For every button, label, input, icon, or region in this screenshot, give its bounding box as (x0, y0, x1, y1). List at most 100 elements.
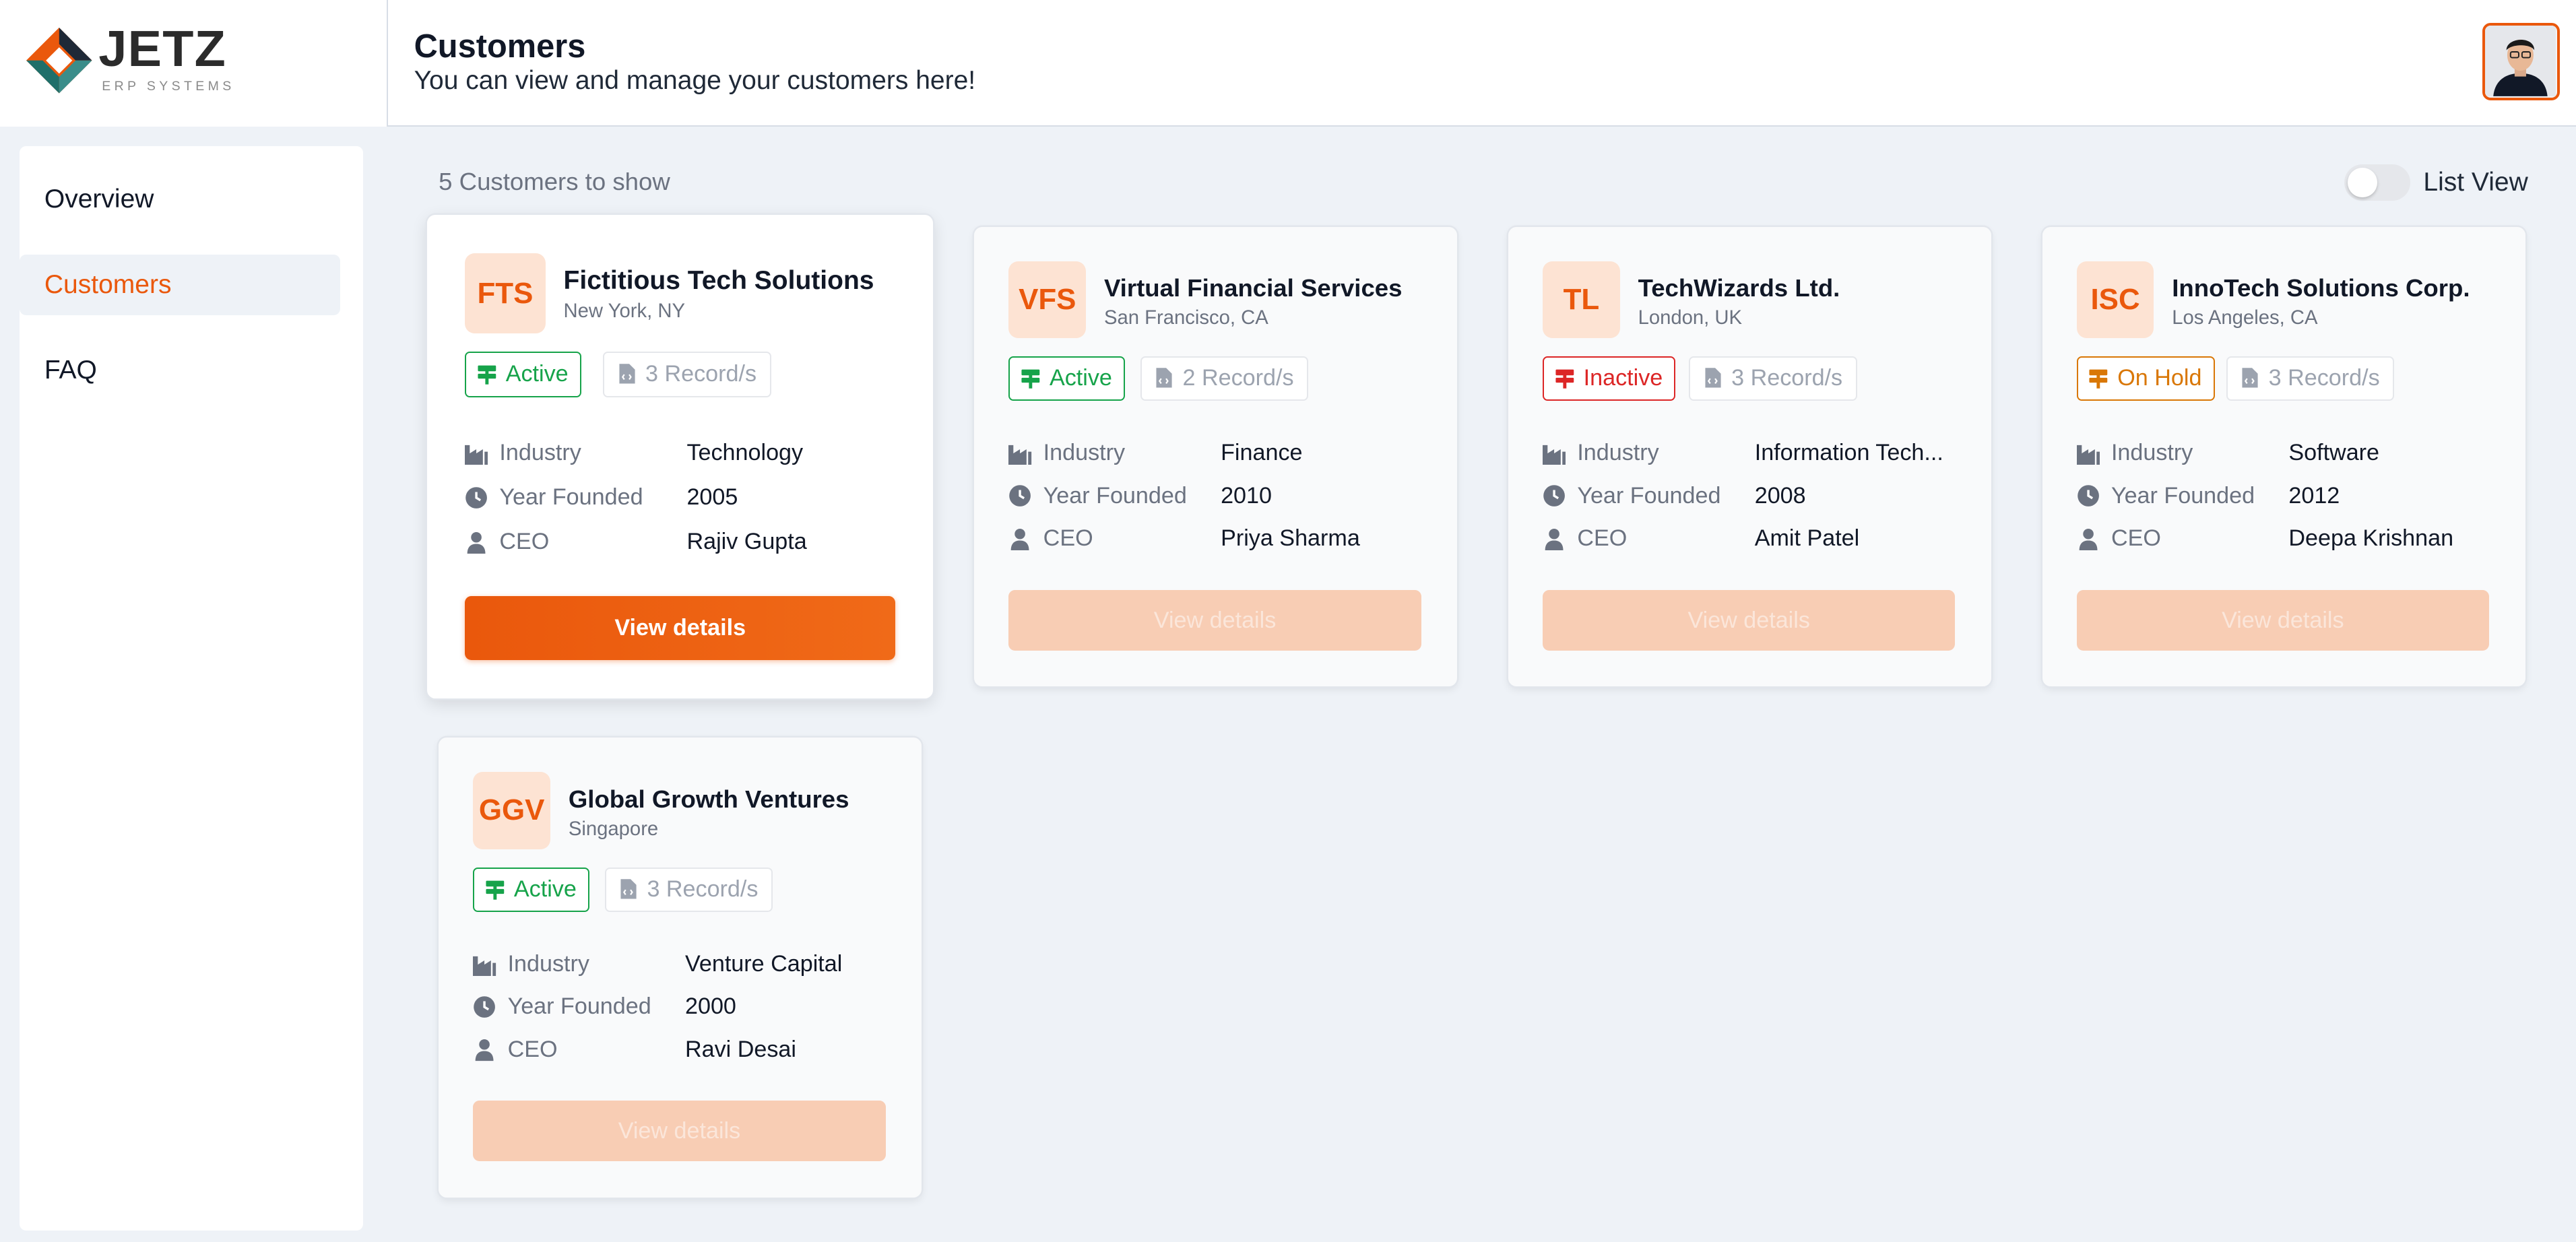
records-text: 3 Record/s (1731, 365, 1843, 391)
status-text: Active (513, 876, 577, 902)
industry-row: Industry Venture Capital (473, 950, 900, 979)
industry-value: Venture Capital (684, 950, 843, 977)
year-founded-row: Year Founded 2012 (2077, 482, 2504, 511)
year-founded-row: Year Founded 2005 (465, 483, 909, 513)
ceo-value: Deepa Krishnan (2288, 525, 2454, 551)
factory-icon (2076, 445, 2100, 465)
customer-location: Los Angeles, CA (2172, 307, 2318, 329)
top-bar: JETZ ERP SYSTEMS Customers You can view … (0, 0, 2576, 127)
user-icon (2079, 528, 2098, 551)
clock-icon (465, 487, 488, 509)
logo-area[interactable]: JETZ ERP SYSTEMS (0, 0, 388, 127)
clock-icon (2077, 485, 2099, 507)
view-details-button[interactable]: View details (473, 1101, 886, 1162)
status-badge: Inactive (1543, 356, 1676, 401)
customer-name: TechWizards Ltd. (1638, 274, 1840, 302)
customer-card[interactable]: VFS Virtual Financial Services San Franc… (974, 226, 1458, 687)
signpost-icon (486, 880, 505, 900)
records-badge: 2 Record/s (1140, 356, 1309, 401)
industry-label: Industry (1043, 440, 1126, 466)
view-details-button[interactable]: View details (2076, 589, 2489, 651)
records-badge: 3 Record/s (603, 351, 771, 398)
sidebar-item-overview[interactable]: Overview (20, 169, 340, 230)
year-founded-value: 2012 (2288, 482, 2340, 509)
customer-location: Singapore (568, 818, 659, 840)
industry-row: Industry Finance (1008, 438, 1436, 468)
page-subtitle: You can view and manage your customers h… (414, 65, 976, 95)
list-view-label: List View (2423, 167, 2528, 197)
factory-icon (1543, 445, 1566, 465)
year-founded-label: Year Founded (499, 484, 643, 511)
records-text: 3 Record/s (645, 360, 757, 387)
status-text: On Hold (2117, 365, 2202, 391)
customer-card[interactable]: FTS Fictitious Tech Solutions New York, … (427, 215, 934, 698)
file-code-icon (619, 364, 635, 384)
ceo-label: CEO (1577, 525, 1628, 551)
page-title: Customers (414, 28, 586, 65)
clock-icon (474, 996, 496, 1018)
status-badge: On Hold (2076, 356, 2215, 401)
records-text: 2 Record/s (1182, 365, 1294, 391)
year-founded-label: Year Founded (1043, 482, 1187, 509)
user-icon (1011, 528, 1029, 551)
records-badge: 3 Record/s (1689, 356, 1857, 401)
clock-icon (1009, 485, 1031, 507)
records-badge: 3 Record/s (2226, 356, 2395, 401)
signpost-icon (1555, 370, 1574, 389)
sidebar-item-faq[interactable]: FAQ (20, 340, 340, 401)
avatar[interactable] (2482, 23, 2560, 100)
industry-value: Technology (686, 440, 804, 466)
list-view-toggle[interactable] (2344, 164, 2410, 201)
sidebar-item-customers[interactable]: Customers (20, 255, 340, 316)
year-founded-label: Year Founded (1577, 482, 1721, 509)
customer-initials: TL (1543, 261, 1620, 339)
year-founded-value: 2005 (686, 484, 738, 511)
industry-value: Software (2288, 440, 2380, 466)
signpost-icon (1021, 370, 1040, 389)
ceo-value: Ravi Desai (684, 1036, 796, 1062)
file-code-icon (2242, 368, 2258, 388)
clock-icon (1543, 485, 1566, 507)
year-founded-row: Year Founded 2010 (1008, 482, 1436, 511)
customer-count-label: 5 Customers to show (439, 167, 670, 195)
signpost-icon (2089, 370, 2108, 389)
view-details-button[interactable]: View details (1008, 589, 1421, 651)
file-code-icon (620, 879, 637, 899)
ceo-label: CEO (499, 528, 550, 554)
status-badge: Active (465, 351, 581, 398)
ceo-value: Priya Sharma (1221, 525, 1360, 551)
records-badge: 3 Record/s (604, 867, 773, 912)
status-text: Inactive (1583, 365, 1663, 391)
toggle-knob (2348, 167, 2378, 197)
view-details-button[interactable]: View details (1543, 589, 1956, 651)
customer-card[interactable]: GGV Global Growth Ventures Singapore Act… (439, 738, 922, 1198)
ceo-label: CEO (507, 1036, 558, 1062)
year-founded-row: Year Founded 2000 (473, 992, 900, 1022)
industry-row: Industry Software (2076, 438, 2504, 468)
ceo-label: CEO (2111, 525, 2161, 551)
status-badge: Active (1008, 356, 1125, 401)
customer-location: New York, NY (563, 300, 685, 323)
year-founded-value: 2000 (684, 993, 736, 1020)
file-code-icon (1156, 368, 1172, 388)
industry-row: Industry Information Tech... (1543, 438, 1970, 468)
customer-card[interactable]: ISC InnoTech Solutions Corp. Los Angeles… (2042, 226, 2525, 687)
ceo-row: CEO Ravi Desai (473, 1035, 900, 1065)
ceo-row: CEO Amit Patel (1543, 524, 1970, 554)
customer-name: InnoTech Solutions Corp. (2172, 274, 2470, 302)
customer-location: London, UK (1638, 307, 1743, 329)
ceo-value: Rajiv Gupta (686, 528, 807, 554)
customer-location: San Francisco, CA (1103, 307, 1268, 329)
industry-label: Industry (499, 440, 581, 466)
customer-initials: GGV (473, 772, 550, 849)
status-badge: Active (473, 867, 589, 912)
customer-name: Fictitious Tech Solutions (563, 266, 874, 296)
customer-initials: ISC (2076, 261, 2154, 339)
user-icon (476, 1039, 494, 1061)
view-details-button[interactable]: View details (465, 596, 896, 661)
industry-label: Industry (507, 950, 589, 977)
diamond-logo-icon (26, 28, 92, 94)
year-founded-value: 2008 (1754, 482, 1806, 509)
logo-text: JETZ (98, 21, 227, 78)
customer-card[interactable]: TL TechWizards Ltd. London, UK Inactive … (1508, 226, 1991, 687)
